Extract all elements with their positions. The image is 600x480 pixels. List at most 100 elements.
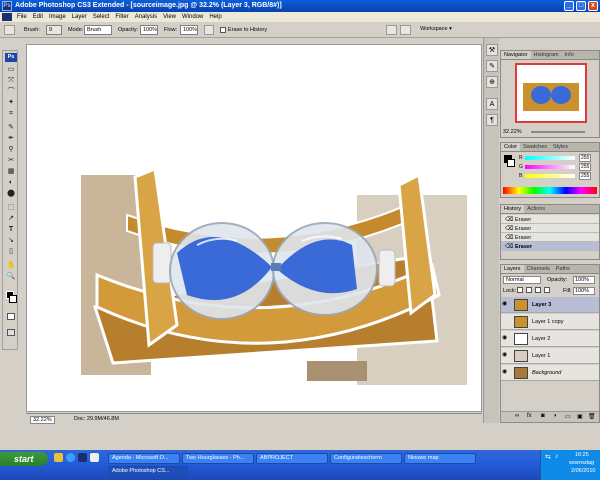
quicklaunch-mail-icon[interactable] xyxy=(90,453,99,462)
quick-mask-icon[interactable] xyxy=(7,313,15,320)
workspace-button[interactable]: Workspace ▾ xyxy=(412,25,460,35)
taskbar-button-agenda[interactable]: Agenda - Microsoft O... xyxy=(108,453,180,464)
minimize-button[interactable]: _ xyxy=(564,1,574,11)
ps-menu-icon[interactable] xyxy=(2,13,12,21)
dodge-tool-icon[interactable]: ⬤ xyxy=(6,189,16,198)
quicklaunch-folder-icon[interactable] xyxy=(54,453,63,462)
lasso-tool-icon[interactable]: ⌒ xyxy=(6,87,16,96)
b-slider[interactable] xyxy=(525,174,575,178)
menu-layer[interactable]: Layer xyxy=(69,14,90,20)
brush-tool-icon[interactable]: ✎ xyxy=(6,123,16,132)
pen-tool-icon[interactable]: ⬚ xyxy=(6,203,16,212)
magic-wand-tool-icon[interactable]: ✦ xyxy=(6,98,16,107)
layer-row[interactable]: ◉ Layer 1 xyxy=(501,348,599,364)
visibility-eye-icon[interactable]: ◉ xyxy=(502,301,510,308)
background-color-swatch[interactable] xyxy=(9,295,17,303)
maximize-button[interactable]: □ xyxy=(576,1,586,11)
eraser-tool-icon[interactable]: ✂ xyxy=(6,156,16,165)
lock-all-icon[interactable] xyxy=(544,287,550,293)
zoom-tool-icon[interactable]: 🔍 xyxy=(6,272,16,281)
delete-layer-icon[interactable]: 🗑 xyxy=(588,413,596,420)
lock-position-icon[interactable] xyxy=(535,287,541,293)
navigator-preview[interactable] xyxy=(515,63,587,123)
brush-panel-icon[interactable] xyxy=(400,25,411,35)
b-value[interactable]: 255 xyxy=(579,172,592,180)
direct-select-tool-icon[interactable]: ↘ xyxy=(6,236,16,245)
visibility-eye-icon[interactable] xyxy=(502,318,510,325)
document-canvas[interactable] xyxy=(26,44,482,412)
visibility-eye-icon[interactable]: ◉ xyxy=(502,335,510,342)
clone-source-icon[interactable]: ⊕ xyxy=(486,76,498,88)
type-tool-icon[interactable]: T xyxy=(6,225,16,234)
layer-row[interactable]: ◉ Layer 3 xyxy=(501,297,599,313)
tab-swatches[interactable]: Swatches xyxy=(520,143,550,151)
layer-row[interactable]: ◉ Background xyxy=(501,365,599,381)
tab-actions[interactable]: Actions xyxy=(524,205,548,213)
crop-tool-icon[interactable]: ⌗ xyxy=(6,109,16,118)
layer-style-icon[interactable]: fx xyxy=(527,413,532,419)
layer-opacity-field[interactable]: 100% xyxy=(573,276,595,284)
tab-layers[interactable]: Layers xyxy=(501,265,524,273)
opacity-field[interactable]: 100% xyxy=(140,25,158,35)
menu-select[interactable]: Select xyxy=(90,14,113,20)
tab-navigator[interactable]: Navigator xyxy=(501,51,531,59)
stamp-tool-icon[interactable]: ✒ xyxy=(6,134,16,143)
menu-help[interactable]: Help xyxy=(206,14,224,20)
mode-select[interactable]: Brush xyxy=(84,25,112,35)
eraser-tool-preset-icon[interactable] xyxy=(4,25,15,35)
quicklaunch-photoshop-icon[interactable] xyxy=(78,453,87,462)
erase-to-history-checkbox[interactable] xyxy=(220,27,226,33)
menu-analysis[interactable]: Analysis xyxy=(132,14,160,20)
color-bg-swatch[interactable] xyxy=(507,159,515,167)
tab-history[interactable]: History xyxy=(501,205,525,213)
navigator-zoom-slider[interactable] xyxy=(531,131,585,133)
tab-styles[interactable]: Styles xyxy=(550,143,571,151)
flow-field[interactable]: 100% xyxy=(180,25,198,35)
menu-window[interactable]: Window xyxy=(179,14,206,20)
layer-mask-icon[interactable]: ◙ xyxy=(541,413,545,419)
color-spectrum[interactable] xyxy=(503,187,597,194)
visibility-eye-icon[interactable]: ◉ xyxy=(502,352,510,359)
clock-time[interactable]: 16:25 xyxy=(575,452,589,458)
history-brush-tool-icon[interactable]: ⚲ xyxy=(6,145,16,154)
start-button[interactable]: start xyxy=(0,452,48,466)
brush-picker[interactable]: 9 xyxy=(46,25,62,35)
path-select-tool-icon[interactable]: ↗ xyxy=(6,214,16,223)
airbrush-icon[interactable] xyxy=(204,25,214,35)
quicklaunch-ie-icon[interactable] xyxy=(66,453,75,462)
g-value[interactable]: 255 xyxy=(579,163,592,171)
tool-presets-icon[interactable]: ⚒ xyxy=(486,44,498,56)
volume-icon[interactable]: ♪ xyxy=(555,453,559,460)
tab-histogram[interactable]: Histogram xyxy=(531,51,562,59)
move-tool-icon[interactable]: ⤧ xyxy=(6,76,16,85)
new-group-icon[interactable]: ▭ xyxy=(565,413,571,420)
blend-mode-select[interactable]: Normal xyxy=(503,276,541,284)
layer-row[interactable]: Layer 1 copy xyxy=(501,314,599,330)
hand-tool-icon[interactable]: ✋ xyxy=(6,261,16,270)
network-icon[interactable]: ⇆ xyxy=(545,453,551,461)
taskbar-button-nieuwe-map[interactable]: Nieuwe map xyxy=(404,453,476,464)
layer-row[interactable]: ◉ Layer 2 xyxy=(501,331,599,347)
taskbar-button-abproject[interactable]: ABPROJECT xyxy=(256,453,328,464)
menu-filter[interactable]: Filter xyxy=(112,14,131,20)
r-value[interactable]: 255 xyxy=(579,154,592,162)
history-item[interactable]: ⌫ Eraser xyxy=(501,215,599,224)
menu-image[interactable]: Image xyxy=(46,14,69,20)
adjustment-layer-icon[interactable]: ◑ xyxy=(553,413,557,419)
palette-well-icon[interactable] xyxy=(386,25,397,35)
gradient-tool-icon[interactable]: ▦ xyxy=(6,167,16,176)
menu-file[interactable]: File xyxy=(14,14,30,20)
menu-edit[interactable]: Edit xyxy=(30,14,46,20)
blur-tool-icon[interactable]: ◐ xyxy=(6,178,16,187)
history-item[interactable]: ⌫ Eraser xyxy=(501,224,599,233)
history-item-current[interactable]: ⌫ Eraser xyxy=(501,242,599,251)
lock-transparency-icon[interactable] xyxy=(517,287,523,293)
taskbar-button-two-hourglasses[interactable]: Two Hourglasses - Ph... xyxy=(182,453,254,464)
character-icon[interactable]: A xyxy=(486,98,498,110)
taskbar-button-configuratiescherm[interactable]: Configuratiescherm xyxy=(330,453,402,464)
tab-channels[interactable]: Channels xyxy=(524,265,553,273)
photoshop-app-icon[interactable]: Ps xyxy=(2,1,12,11)
tab-paths[interactable]: Paths xyxy=(553,265,573,273)
navigator-zoom[interactable]: 32.22% xyxy=(503,129,522,135)
taskbar-button-photoshop[interactable]: Adobe Photoshop CS... xyxy=(108,466,188,477)
